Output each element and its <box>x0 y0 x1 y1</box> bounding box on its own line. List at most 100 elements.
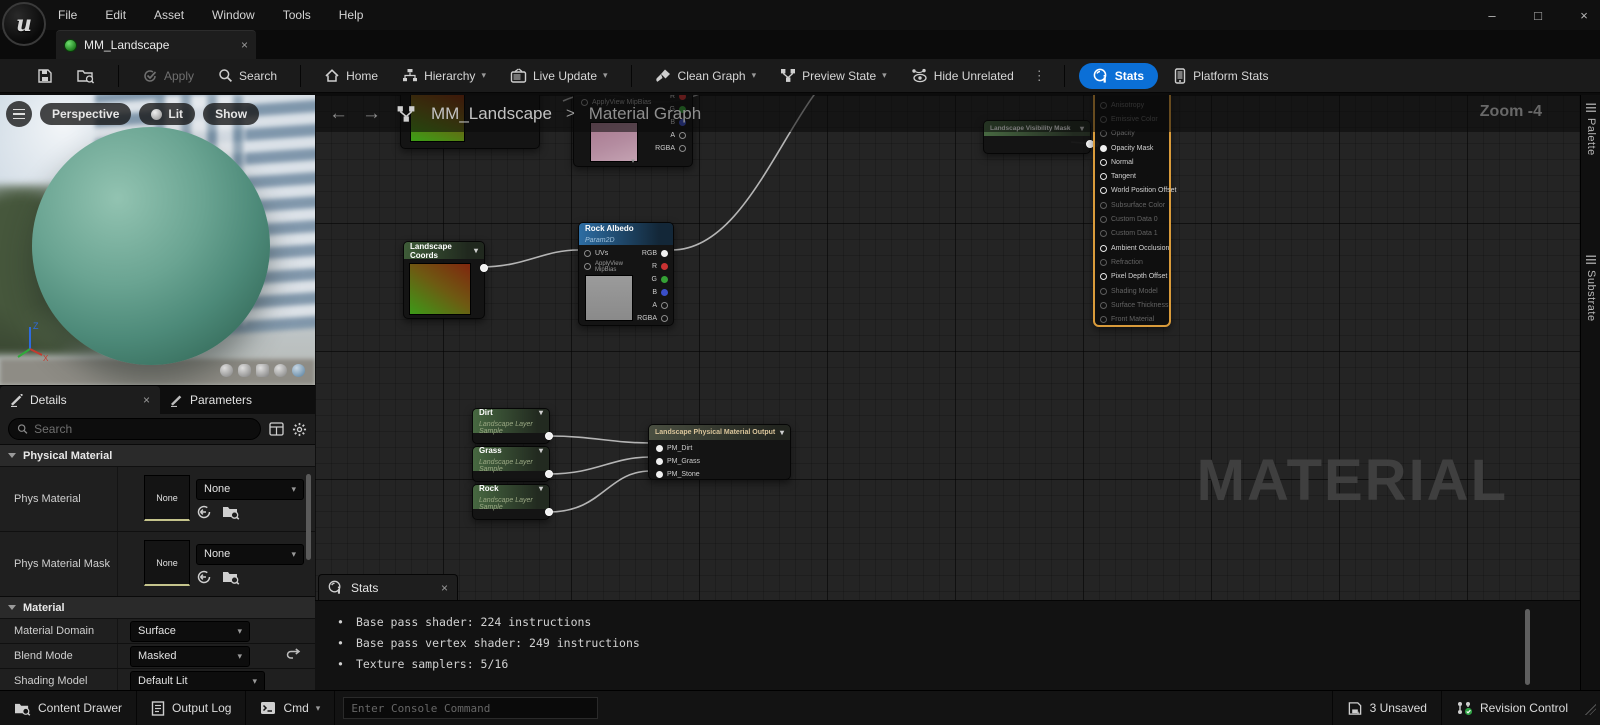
input-pin-pm-grass[interactable] <box>656 458 663 465</box>
browse-to-asset-button[interactable] <box>68 63 104 89</box>
material-graph-canvas[interactable]: MATERIAL ApplyView MipBias R G <box>315 95 1580 690</box>
pin-circle[interactable] <box>1100 316 1107 324</box>
phys-material-mask-dropdown[interactable]: None ▾ <box>196 543 304 565</box>
forward-arrow-icon[interactable]: → <box>362 103 381 125</box>
stats-button[interactable]: Stats <box>1078 62 1159 89</box>
tab-mm-landscape[interactable]: MM_Landscape × <box>56 30 256 59</box>
node-rock-albedo[interactable]: Rock Albedo Param2D UVs ApplyView MipBias… <box>578 222 674 326</box>
stats-scrollbar[interactable] <box>1525 609 1530 685</box>
cmd-button[interactable]: Cmd ▾ <box>246 691 336 725</box>
node-layer-grass[interactable]: Grass ▾ Landscape Layer Sample <box>472 446 553 482</box>
platform-stats-button[interactable]: Platform Stats <box>1164 63 1277 89</box>
preview-state-button[interactable]: Preview State ▾ <box>771 63 896 88</box>
collapse-chevron-icon[interactable]: ▾ <box>474 246 478 255</box>
section-physical-material[interactable]: Physical Material <box>0 444 315 466</box>
browse-asset-icon[interactable] <box>222 569 240 585</box>
menu-file[interactable]: File <box>58 8 77 22</box>
output-pin-rgb[interactable] <box>661 250 668 257</box>
console-command-input[interactable] <box>351 701 591 715</box>
pin-circle[interactable] <box>1100 301 1107 309</box>
node-header[interactable]: Landscape Physical Material Output ▾ <box>649 425 790 440</box>
pin-circle[interactable] <box>1100 244 1107 252</box>
phys-material-mask-thumbnail[interactable]: None <box>144 540 190 586</box>
menu-window[interactable]: Window <box>212 8 255 22</box>
pin-circle[interactable] <box>1100 158 1107 166</box>
search-button[interactable]: Search <box>209 63 286 88</box>
material-preview-sphere[interactable] <box>32 127 270 365</box>
output-pin-r[interactable] <box>661 263 668 270</box>
close-icon[interactable]: × <box>1576 8 1592 23</box>
collapse-chevron-icon[interactable]: ▾ <box>539 408 543 417</box>
use-selected-asset-icon[interactable] <box>196 569 212 585</box>
node-header[interactable]: Landscape Coords ▾ <box>404 242 484 260</box>
output-pin[interactable] <box>545 508 553 516</box>
node-layer-dirt[interactable]: Dirt ▾ Landscape Layer Sample <box>472 408 553 444</box>
collapse-chevron-icon[interactable]: ▾ <box>631 157 635 165</box>
hide-unrelated-button[interactable]: Hide Unrelated <box>902 63 1023 88</box>
resize-grip[interactable] <box>1582 701 1596 715</box>
sphere-mesh-icon[interactable] <box>220 364 233 377</box>
apply-button[interactable]: Apply <box>133 63 203 89</box>
section-material[interactable]: Material <box>0 596 315 618</box>
stats-close-icon[interactable]: × <box>441 581 448 595</box>
node-header[interactable]: Grass ▾ Landscape Layer Sample <box>473 446 549 473</box>
hierarchy-button[interactable]: Hierarchy ▾ <box>393 63 495 88</box>
material-domain-dropdown[interactable]: Surface ▾ <box>130 620 250 642</box>
live-update-button[interactable]: Live Update ▾ <box>501 63 617 88</box>
output-pin[interactable] <box>545 432 553 440</box>
details-tab-close-icon[interactable]: × <box>143 393 150 407</box>
viewport-menu-icon[interactable] <box>6 101 32 127</box>
tab-details[interactable]: Details × <box>0 386 160 414</box>
preview-viewport[interactable]: Perspective Lit Show Z X <box>0 95 315 385</box>
node-header[interactable]: Dirt ▾ Landscape Layer Sample <box>473 408 549 435</box>
custom-mesh-icon[interactable] <box>292 364 305 377</box>
details-search-box[interactable] <box>8 418 261 440</box>
browse-asset-icon[interactable] <box>222 504 240 520</box>
stats-panel-tab[interactable]: Stats × <box>318 574 458 600</box>
output-pin-a[interactable] <box>679 132 686 139</box>
phys-material-thumbnail[interactable]: None <box>144 475 190 521</box>
gear-icon[interactable] <box>292 422 307 437</box>
pin-circle[interactable] <box>1100 187 1107 195</box>
display-filter-icon[interactable] <box>269 422 284 436</box>
blend-mode-dropdown[interactable]: Masked ▾ <box>130 645 250 667</box>
node-header[interactable]: Rock Albedo Param2D <box>579 223 673 245</box>
home-button[interactable]: Home <box>315 63 387 88</box>
node-landscape-coords[interactable]: Landscape Coords ▾ <box>403 241 488 319</box>
output-pin-g[interactable] <box>661 276 668 283</box>
content-drawer-button[interactable]: Content Drawer <box>0 691 138 725</box>
tab-substrate[interactable]: Substrate <box>1581 255 1600 322</box>
cube-mesh-icon[interactable] <box>256 364 269 377</box>
breadcrumb-root[interactable]: MM_Landscape <box>431 104 552 124</box>
input-pin-mipbias[interactable] <box>584 263 591 270</box>
pin-circle[interactable] <box>1100 216 1107 224</box>
output-pin[interactable] <box>480 264 488 272</box>
save-button[interactable] <box>28 63 62 89</box>
pin-circle[interactable] <box>1100 287 1107 295</box>
back-arrow-icon[interactable]: ← <box>329 103 348 125</box>
collapse-chevron-icon[interactable]: ▾ <box>780 428 784 437</box>
show-button[interactable]: Show <box>203 103 260 125</box>
revision-control-button[interactable]: Revision Control <box>1440 691 1582 725</box>
collapse-chevron-icon[interactable]: ▾ <box>539 484 543 493</box>
menu-help[interactable]: Help <box>339 8 364 22</box>
plane-mesh-icon[interactable] <box>274 364 287 377</box>
pin-circle[interactable] <box>1100 230 1107 238</box>
menu-asset[interactable]: Asset <box>154 8 184 22</box>
more-options-icon[interactable]: ⋮ <box>1029 68 1050 84</box>
menu-tools[interactable]: Tools <box>283 8 311 22</box>
pin-circle[interactable] <box>1100 273 1107 281</box>
perspective-button[interactable]: Perspective <box>40 103 132 125</box>
pin-circle[interactable] <box>1100 201 1107 209</box>
phys-material-dropdown[interactable]: None ▾ <box>196 478 304 500</box>
input-pin-pm-dirt[interactable] <box>656 445 663 452</box>
output-pin-b[interactable] <box>661 289 668 296</box>
cylinder-mesh-icon[interactable] <box>238 364 251 377</box>
output-pin-a[interactable] <box>661 302 668 309</box>
input-pin-uvs[interactable] <box>584 250 591 257</box>
lit-mode-button[interactable]: Lit <box>139 103 196 125</box>
reset-to-default-icon[interactable] <box>286 648 301 662</box>
minimize-icon[interactable]: – <box>1484 8 1500 23</box>
tab-palette[interactable]: Palette <box>1581 103 1600 156</box>
input-pin-pm-stone[interactable] <box>656 471 663 478</box>
